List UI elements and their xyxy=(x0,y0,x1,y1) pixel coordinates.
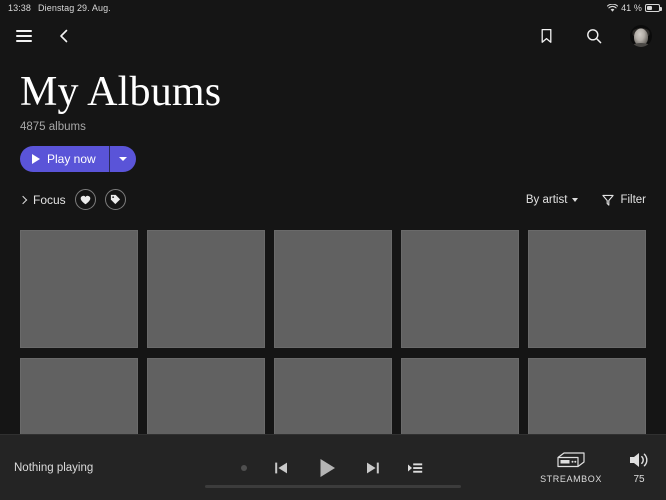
focus-toggle[interactable]: Focus xyxy=(18,193,66,207)
avatar-shoulders xyxy=(630,43,652,47)
play-triangle-icon xyxy=(32,154,40,165)
album-tile[interactable] xyxy=(274,358,392,434)
battery-icon xyxy=(645,4,662,12)
top-nav-left xyxy=(12,24,76,48)
now-playing-label: Nothing playing xyxy=(14,461,94,474)
sort-by-label: By artist xyxy=(525,193,568,206)
volume-value: 75 xyxy=(633,474,645,485)
album-tile[interactable] xyxy=(528,230,646,348)
album-tile[interactable] xyxy=(401,230,519,348)
tags-filter-button[interactable] xyxy=(104,189,126,211)
transport-controls xyxy=(241,456,423,480)
status-time: 13:38 xyxy=(8,3,32,13)
album-tile[interactable] xyxy=(147,230,265,348)
filter-toolbar: Focus By artist Filter xyxy=(0,172,666,211)
status-bar-right: 41 % xyxy=(607,3,662,13)
bookmark-icon xyxy=(541,28,551,43)
page-title: My Albums xyxy=(20,69,222,115)
play-now-label: Play now xyxy=(47,152,96,167)
play-queue-icon xyxy=(408,462,423,473)
battery-percent-label: 41 % xyxy=(621,3,642,13)
hamburger-menu-button[interactable] xyxy=(12,24,36,48)
album-tile[interactable] xyxy=(401,358,519,434)
battery-fill xyxy=(647,6,653,10)
top-nav-right xyxy=(534,24,652,48)
player-right-controls: STREAMBOX 75 xyxy=(540,450,666,485)
album-grid-scroll-area[interactable] xyxy=(0,230,666,434)
album-tile[interactable] xyxy=(20,358,138,434)
sort-by-dropdown[interactable]: By artist xyxy=(526,194,579,206)
play-button[interactable] xyxy=(315,456,339,480)
page-header: My Albums 4875 albums xyxy=(0,56,666,133)
album-grid xyxy=(0,230,666,434)
output-device-label: STREAMBOX xyxy=(540,474,602,484)
search-icon xyxy=(587,29,602,44)
tag-icon xyxy=(110,195,120,205)
play-queue-button[interactable] xyxy=(407,461,423,475)
avatar[interactable] xyxy=(630,25,652,47)
speaker-volume-icon xyxy=(630,453,648,467)
chevron-right-icon xyxy=(18,195,28,204)
top-navigation-bar xyxy=(0,16,666,56)
shuffle-dot-icon[interactable] xyxy=(241,464,247,471)
album-tile[interactable] xyxy=(274,230,392,348)
volume-button[interactable]: 75 xyxy=(628,450,650,485)
previous-track-icon xyxy=(275,462,287,473)
hamburger-menu-icon xyxy=(16,30,32,42)
output-device-button[interactable]: STREAMBOX xyxy=(540,450,602,484)
play-icon xyxy=(320,458,335,477)
funnel-icon xyxy=(602,194,615,206)
filter-button[interactable]: Filter xyxy=(602,194,646,206)
play-now-button[interactable]: Play now xyxy=(20,146,109,173)
status-date: Dienstag 29. Aug. xyxy=(38,3,111,13)
heart-icon xyxy=(80,195,91,204)
back-button[interactable] xyxy=(52,24,76,48)
bookmark-button[interactable] xyxy=(534,24,558,48)
album-tile[interactable] xyxy=(528,358,646,434)
album-tile[interactable] xyxy=(20,230,138,348)
player-bar: Nothing playing STREAMBOX 75 xyxy=(0,434,666,500)
back-chevron-icon xyxy=(60,29,68,43)
play-now-group: Play now xyxy=(20,146,136,173)
album-count-label: 4875 albums xyxy=(20,121,86,134)
filter-label: Filter xyxy=(620,193,646,206)
next-track-button[interactable] xyxy=(365,460,381,476)
status-bar: 13:38 Dienstag 29. Aug. 41 % xyxy=(0,0,666,16)
streaming-device-icon xyxy=(557,452,585,468)
chevron-down-icon xyxy=(118,157,127,162)
wifi-icon xyxy=(607,3,619,12)
seek-bar[interactable] xyxy=(205,485,461,488)
previous-track-button[interactable] xyxy=(273,460,289,476)
status-bar-left: 13:38 Dienstag 29. Aug. xyxy=(8,3,111,13)
focus-label: Focus xyxy=(33,192,66,207)
next-track-icon xyxy=(367,462,379,473)
chevron-down-icon xyxy=(572,197,579,202)
album-tile[interactable] xyxy=(147,358,265,434)
primary-actions: Play now xyxy=(0,133,666,173)
favorites-filter-button[interactable] xyxy=(74,189,96,211)
play-options-button[interactable] xyxy=(109,146,136,173)
search-button[interactable] xyxy=(582,24,606,48)
